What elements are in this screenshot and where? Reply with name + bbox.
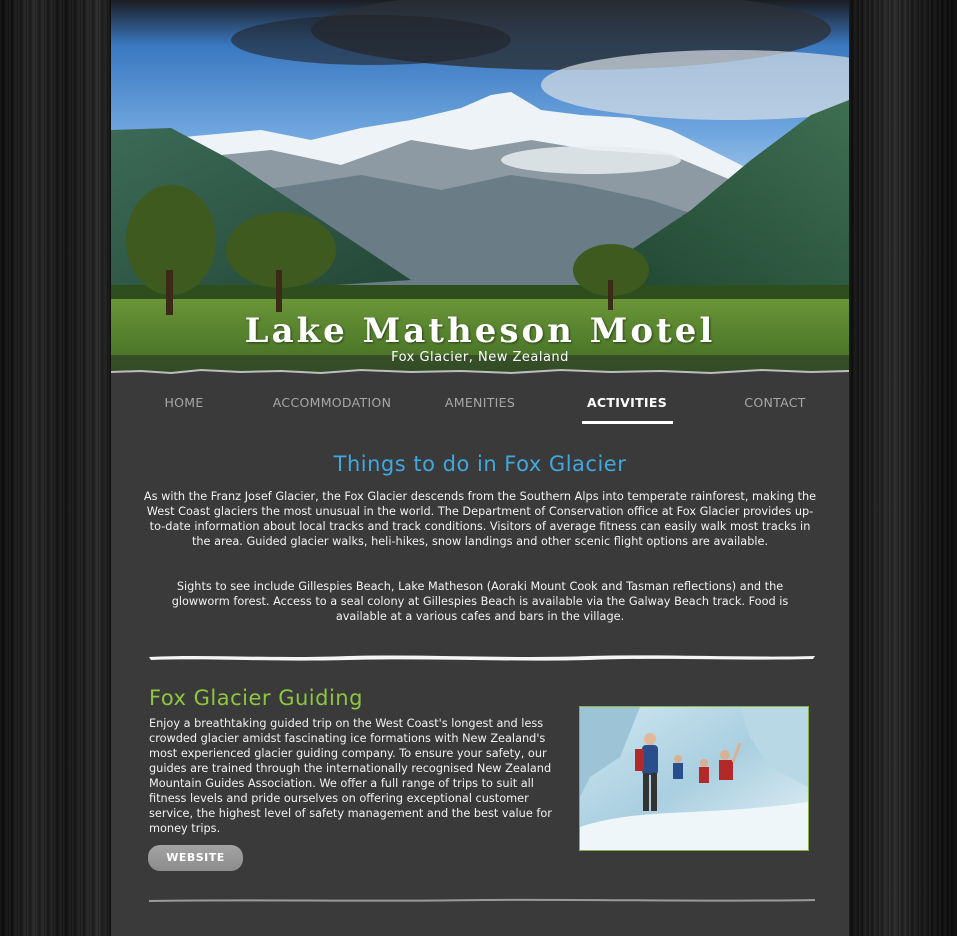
site-subtitle: Fox Glacier, New Zealand — [391, 350, 569, 365]
header-banner: Lake Matheson Motel Fox Glacier, New Zea… — [111, 0, 849, 378]
intro-paragraph: As with the Franz Josef Glacier, the Fox… — [143, 490, 817, 548]
site-logo-title[interactable]: Lake Matheson Motel — [111, 311, 849, 351]
section-description: Enjoy a breathtaking guided trip on the … — [149, 717, 552, 835]
nav-item-home[interactable]: HOME — [135, 392, 233, 424]
website-button[interactable]: WEBSITE — [148, 845, 243, 871]
nav-item-activities[interactable]: ACTIVITIES — [577, 392, 677, 424]
nav-item-amenities[interactable]: AMENITIES — [429, 392, 531, 424]
page-container: Lake Matheson Motel Fox Glacier, New Zea… — [111, 0, 849, 936]
brush-divider — [149, 655, 815, 661]
nav-item-accommodation[interactable]: ACCOMMODATION — [261, 392, 403, 424]
torn-edge-divider — [111, 368, 849, 382]
nav-item-contact[interactable]: CONTACT — [725, 392, 825, 424]
wood-background-right — [849, 0, 957, 936]
glacier-guiding-photo — [579, 706, 809, 851]
bottom-divider — [149, 898, 815, 902]
wood-background-left — [0, 0, 111, 936]
page-title: Things to do in Fox Glacier — [333, 452, 627, 476]
active-tab-indicator — [582, 421, 673, 424]
section-title: Fox Glacier Guiding — [149, 686, 363, 710]
sights-paragraph: Sights to see include Gillespies Beach, … — [171, 580, 789, 623]
main-navigation: HOME ACCOMMODATION AMENITIES ACTIVITIES … — [111, 392, 849, 424]
